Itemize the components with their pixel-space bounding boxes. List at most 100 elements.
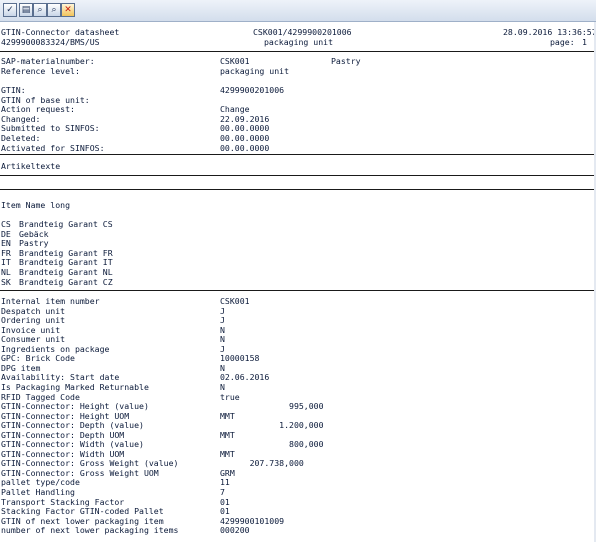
- divider: [0, 290, 594, 291]
- detail-value: 02.06.2016: [220, 372, 270, 383]
- field-label: GTIN:: [1, 85, 26, 95]
- item-name-label: IT: [1, 257, 11, 268]
- check-icon[interactable]: ✓: [3, 3, 17, 17]
- item-name-value: Brandteig Garant CZ: [19, 276, 113, 287]
- item-name-value: Gebäck: [19, 228, 49, 239]
- item-name-value: Brandteig Garant IT: [19, 257, 113, 268]
- item-name-label: EN: [1, 238, 11, 249]
- detail-value: N: [220, 381, 225, 392]
- field-label: Deleted:: [1, 133, 41, 143]
- field-value: 00.00.0000: [220, 133, 270, 143]
- report-datetime: 28.09.2016 13:36:57: [503, 27, 596, 37]
- detail-label: GTIN-Connector: Depth UOM: [1, 429, 125, 440]
- item-name-label: SK: [1, 276, 11, 287]
- item-name-label: FR: [1, 247, 11, 258]
- field-label: Activated for SINFOS:: [1, 142, 105, 153]
- item-name-value: Pastry: [19, 238, 49, 249]
- org-identifier: 4299900083324/BMS/US: [1, 37, 100, 47]
- datasheet-list: GTIN-Connector datasheet 4299900083324/B…: [0, 22, 596, 542]
- detail-label: GTIN-Connector: Depth (value): [1, 420, 144, 431]
- detail-label: DPG item: [1, 362, 41, 373]
- detail-value: 01: [220, 496, 230, 507]
- detail-value: 995,000: [220, 401, 324, 412]
- detail-value: true: [220, 391, 240, 402]
- section-artikeltexte: Artikeltexte: [1, 161, 61, 171]
- item-name-label: CS: [1, 219, 11, 229]
- field-value: 4299900201006: [220, 85, 285, 95]
- block1-label: Reference level:: [1, 66, 80, 76]
- block1-value: CSK001: [220, 56, 250, 66]
- document-id: CSK001/4299900201006: [253, 27, 352, 37]
- item-name-value: Brandteig Garant FR: [19, 247, 113, 258]
- detail-label: GTIN-Connector: Width (value): [1, 439, 144, 450]
- detail-value: MMT: [220, 429, 235, 440]
- detail-label: GTIN-Connector: Gross Weight UOM: [1, 467, 159, 478]
- detail-value: GRM: [220, 467, 235, 478]
- item-name-value: Brandteig Garant NL: [19, 267, 113, 277]
- field-label: GTIN of base unit:: [1, 94, 90, 105]
- detail-label: GPC: Brick Code: [1, 353, 75, 364]
- detail-label: Pallet Handling: [1, 487, 75, 497]
- detail-value: 1.200,000: [220, 420, 324, 431]
- detail-label: RFID Tagged Code: [1, 391, 80, 402]
- report-title: GTIN-Connector datasheet: [1, 27, 120, 37]
- detail-label: Is Packaging Marked Returnable: [1, 381, 149, 392]
- detail-label: GTIN-Connector: Height UOM: [1, 410, 130, 421]
- detail-label: Ordering unit: [1, 315, 66, 326]
- detail-value: 207.738,000: [220, 458, 304, 469]
- block1-value: packaging unit: [220, 66, 290, 76]
- item-name-label: NL: [1, 267, 11, 277]
- divider: [0, 154, 594, 155]
- find-next-icon[interactable]: ⌕: [47, 3, 61, 17]
- detail-value: N: [220, 362, 225, 373]
- field-label: Submitted to SINFOS:: [1, 123, 100, 134]
- detail-label: Availability: Start date: [1, 372, 120, 383]
- field-value: Change: [220, 104, 250, 115]
- cancel-icon[interactable]: ✕: [61, 3, 75, 17]
- material-description: Pastry: [331, 56, 361, 66]
- detail-value: J: [220, 343, 225, 354]
- detail-value: 4299900101009: [220, 515, 285, 526]
- detail-value: 800,000: [220, 439, 324, 450]
- detail-label: GTIN-Connector: Gross Weight (value): [1, 458, 179, 469]
- detail-label: Internal item number: [1, 296, 100, 306]
- detail-label: Invoice unit: [1, 324, 61, 335]
- page-number: 1: [582, 37, 587, 47]
- divider: [0, 51, 594, 52]
- detail-value: J: [220, 315, 225, 326]
- detail-label: pallet type/code: [1, 477, 80, 488]
- detail-value: N: [220, 324, 225, 335]
- application-toolbar: ✓ ▤ ⌕ ⌕ ✕: [0, 0, 596, 22]
- detail-label: Ingredients on package: [1, 343, 110, 354]
- report-subtitle: packaging unit: [264, 37, 334, 47]
- detail-value: MMT: [220, 448, 235, 459]
- field-label: Action request:: [1, 104, 75, 115]
- detail-value: MMT: [220, 410, 235, 421]
- find-icon[interactable]: ⌕: [33, 3, 47, 17]
- detail-value: J: [220, 305, 225, 316]
- detail-value: 01: [220, 506, 230, 517]
- field-value: 00.00.0000: [220, 123, 270, 134]
- block1-label: SAP-materialnumber:: [1, 56, 95, 66]
- detail-label: Consumer unit: [1, 334, 66, 345]
- detail-value: CSK001: [220, 296, 250, 306]
- detail-label: Transport Stacking Factor: [1, 496, 125, 507]
- divider: [0, 175, 594, 176]
- section-item-name-long: Item Name long: [1, 200, 71, 210]
- page-label: page:: [550, 37, 575, 47]
- detail-value: 10000158: [220, 353, 260, 364]
- detail-value: 000200: [220, 525, 250, 536]
- field-value: 22.09.2016: [220, 113, 270, 124]
- detail-label: Despatch unit: [1, 305, 66, 316]
- detail-label: Stacking Factor GTIN-coded Pallet: [1, 506, 164, 517]
- detail-label: GTIN-Connector: Height (value): [1, 401, 149, 412]
- field-label: Changed:: [1, 113, 41, 124]
- detail-value: N: [220, 334, 225, 345]
- detail-label: GTIN-Connector: Width UOM: [1, 448, 125, 459]
- divider: [0, 189, 594, 190]
- item-name-label: DE: [1, 228, 11, 239]
- print-icon[interactable]: ▤: [19, 3, 33, 17]
- detail-label: GTIN of next lower packaging item: [1, 515, 164, 526]
- detail-value: 7: [220, 487, 225, 497]
- detail-label: number of next lower packaging items: [1, 525, 179, 536]
